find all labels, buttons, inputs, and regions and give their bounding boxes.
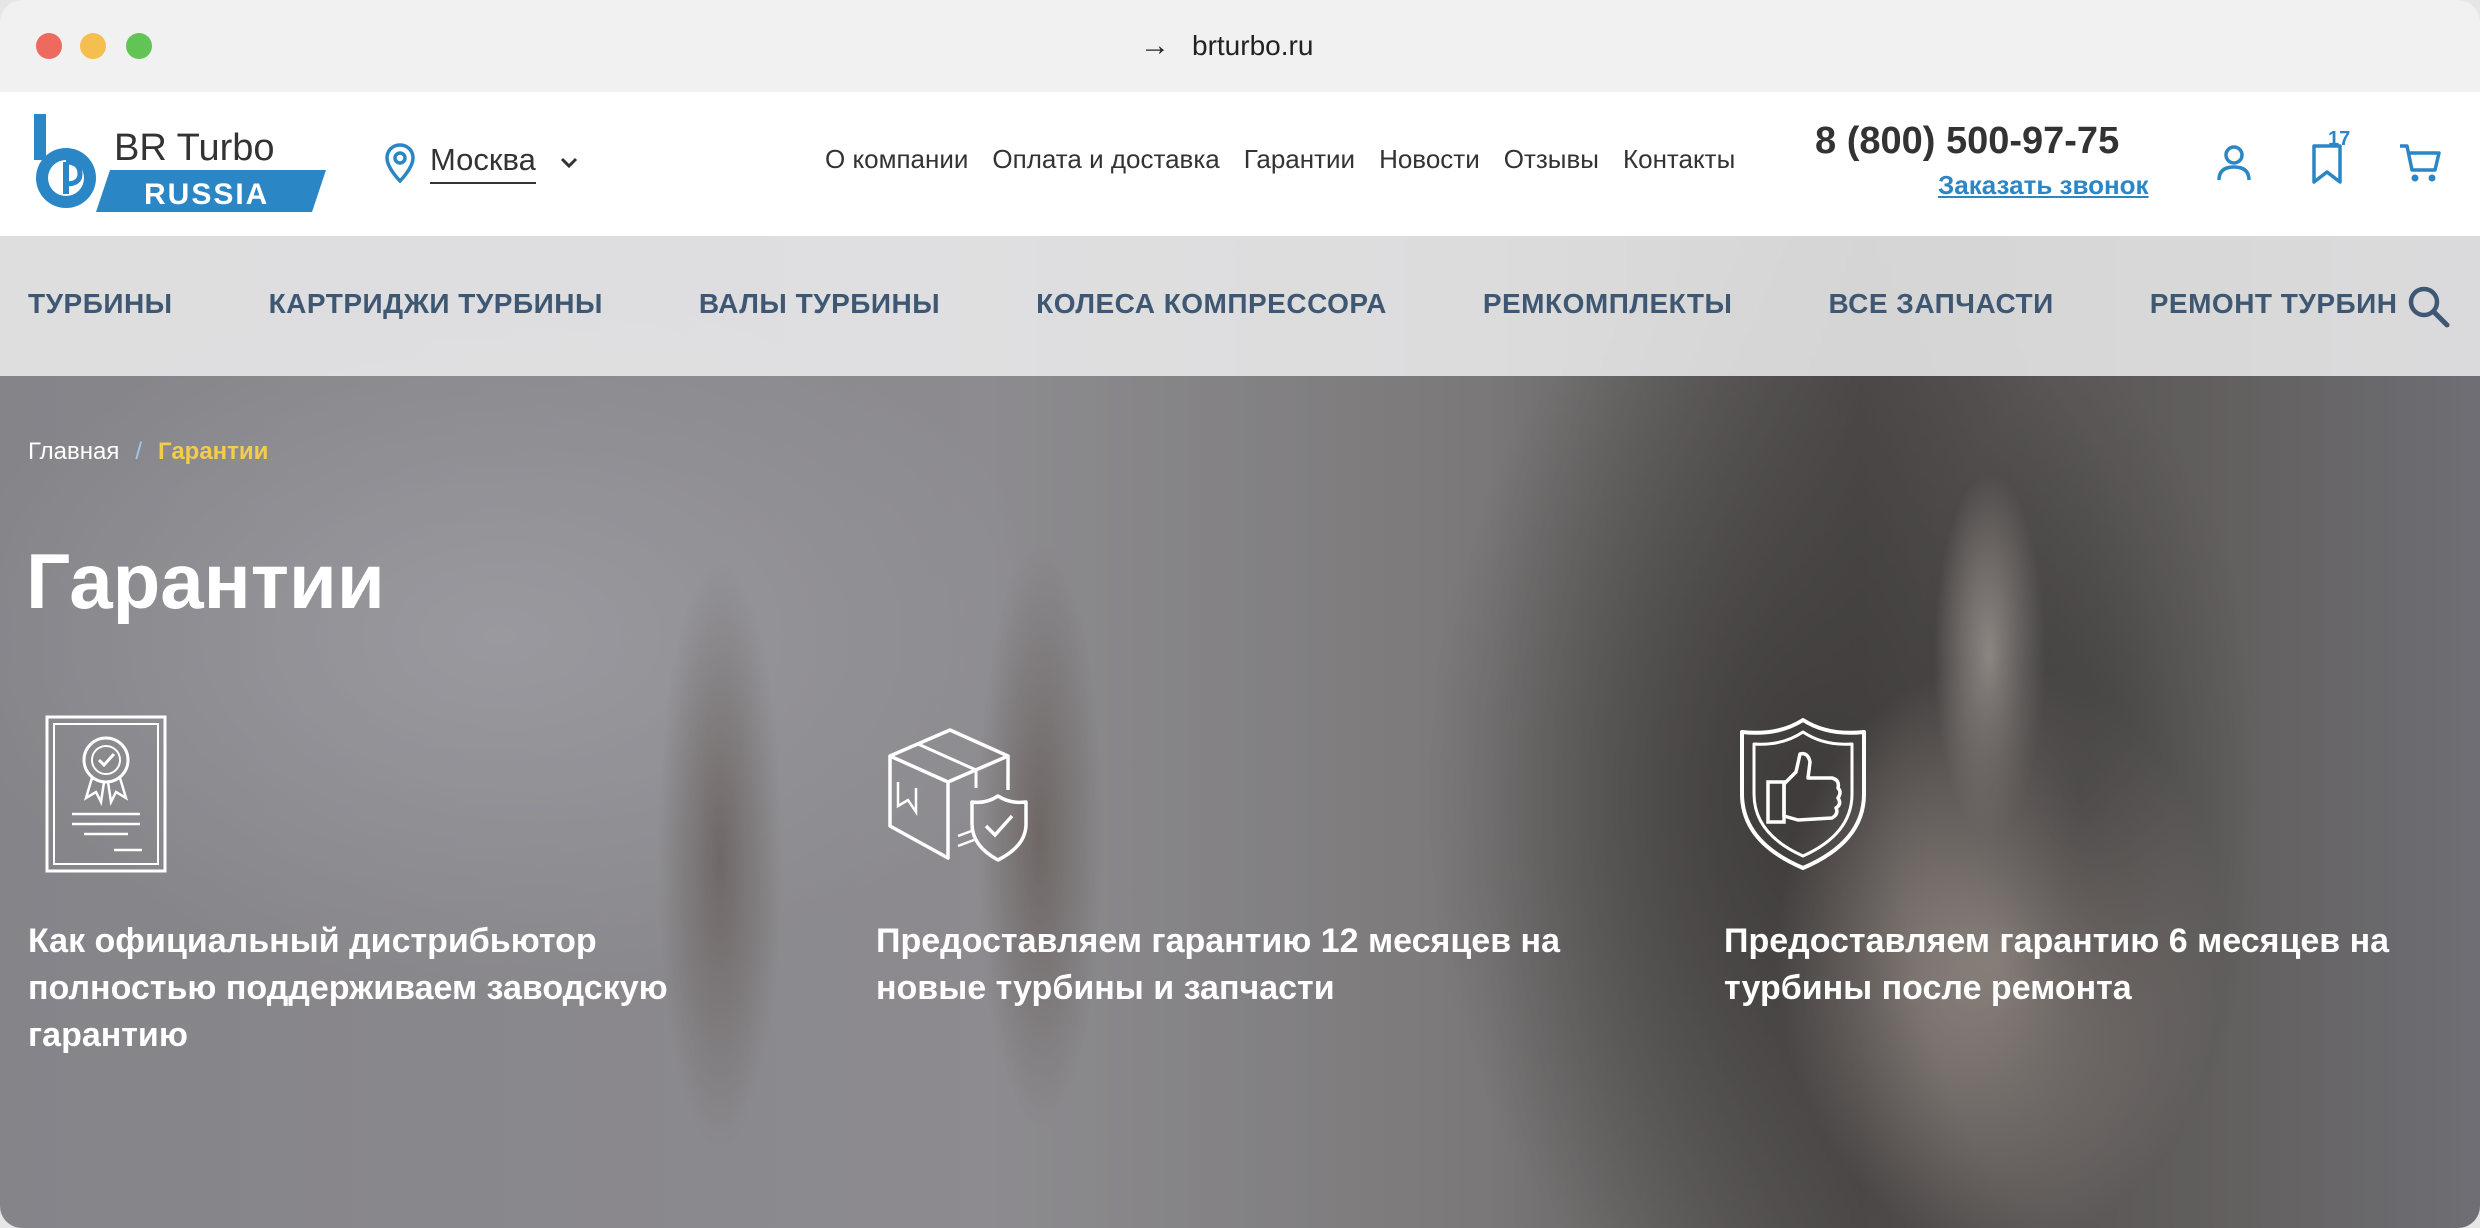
- box-shield-icon: [880, 726, 1030, 862]
- category-compressor-wheels[interactable]: КОЛЕСА КОМПРЕССОРА: [1036, 288, 1387, 320]
- url-text: brturbo.ru: [1192, 30, 1314, 61]
- location-pin-icon: [385, 143, 415, 183]
- city-name: Москва: [430, 142, 536, 184]
- feature-6-month-guarantee: Предоставляем гарантию 6 месяцев на турб…: [1724, 922, 2390, 1007]
- callback-link[interactable]: Заказать звонок: [1938, 170, 2149, 201]
- maximize-window-button[interactable]: [126, 33, 152, 59]
- category-cartridges[interactable]: КАРТРИДЖИ ТУРБИНЫ: [269, 288, 603, 320]
- logo-text: BR Turbo: [114, 127, 275, 169]
- nav-item-contacts[interactable]: Контакты: [1623, 144, 1735, 175]
- close-window-button[interactable]: [36, 33, 62, 59]
- nav-item-payment-delivery[interactable]: Оплата и доставка: [992, 144, 1219, 175]
- chevron-down-icon: [560, 157, 577, 169]
- site-logo[interactable]: BR Turbo RUSSIA: [30, 112, 330, 212]
- user-icon[interactable]: [2211, 140, 2257, 186]
- feature-12-month-guarantee: Предоставляем гарантию 12 месяцев на нов…: [876, 922, 1560, 1007]
- favorites-count-badge: 17: [2328, 128, 2351, 150]
- thumbs-up-shield-icon: [1738, 716, 1868, 872]
- city-selector[interactable]: Москва: [384, 138, 580, 188]
- cart-icon[interactable]: [2397, 140, 2443, 186]
- site-header: BR Turbo RUSSIA Москва О компании Оплата…: [0, 92, 2480, 236]
- category-turbines[interactable]: ТУРБИНЫ: [28, 288, 173, 320]
- logo-subtext: RUSSIA: [144, 178, 269, 211]
- search-icon[interactable]: [2404, 282, 2452, 330]
- nav-item-news[interactable]: Новости: [1379, 144, 1480, 175]
- breadcrumb-home[interactable]: Главная: [28, 438, 119, 466]
- browser-window: → brturbo.ru BR Turbo RUSSIA Москва О ко…: [0, 0, 2480, 1228]
- nav-item-about[interactable]: О компании: [825, 144, 968, 175]
- hero-background-image: [0, 236, 2480, 1228]
- nav-item-reviews[interactable]: Отзывы: [1504, 144, 1599, 175]
- breadcrumb: Главная / Гарантии: [28, 438, 268, 466]
- page-title: Гарантии: [26, 537, 385, 625]
- minimize-window-button[interactable]: [80, 33, 106, 59]
- category-shafts[interactable]: ВАЛЫ ТУРБИНЫ: [699, 288, 940, 320]
- breadcrumb-current: Гарантии: [158, 438, 269, 465]
- address-bar[interactable]: → brturbo.ru: [1140, 26, 1313, 66]
- certificate-icon: [44, 714, 168, 874]
- category-turbine-repair[interactable]: РЕМОНТ ТУРБИН: [2150, 288, 2398, 320]
- category-repair-kits[interactable]: РЕМКОМПЛЕКТЫ: [1483, 288, 1733, 320]
- breadcrumb-separator: /: [135, 438, 143, 465]
- category-bar: ТУРБИНЫ КАРТРИДЖИ ТУРБИНЫ ВАЛЫ ТУРБИНЫ К…: [0, 236, 2480, 376]
- category-all-parts[interactable]: ВСЕ ЗАПЧАСТИ: [1828, 288, 2053, 320]
- main-nav: О компании Оплата и доставка Гарантии Но…: [825, 144, 1735, 175]
- hero-section: ТУРБИНЫ КАРТРИДЖИ ТУРБИНЫ ВАЛЫ ТУРБИНЫ К…: [0, 236, 2480, 1228]
- browser-titlebar: → brturbo.ru: [0, 0, 2480, 93]
- nav-item-guarantees[interactable]: Гарантии: [1244, 144, 1355, 175]
- feature-official-distributor: Как официальный дистрибьютор полностью п…: [28, 922, 668, 1054]
- phone-number[interactable]: 8 (800) 500-97-75: [1815, 120, 2119, 163]
- arrow-right-icon: →: [1140, 29, 1170, 62]
